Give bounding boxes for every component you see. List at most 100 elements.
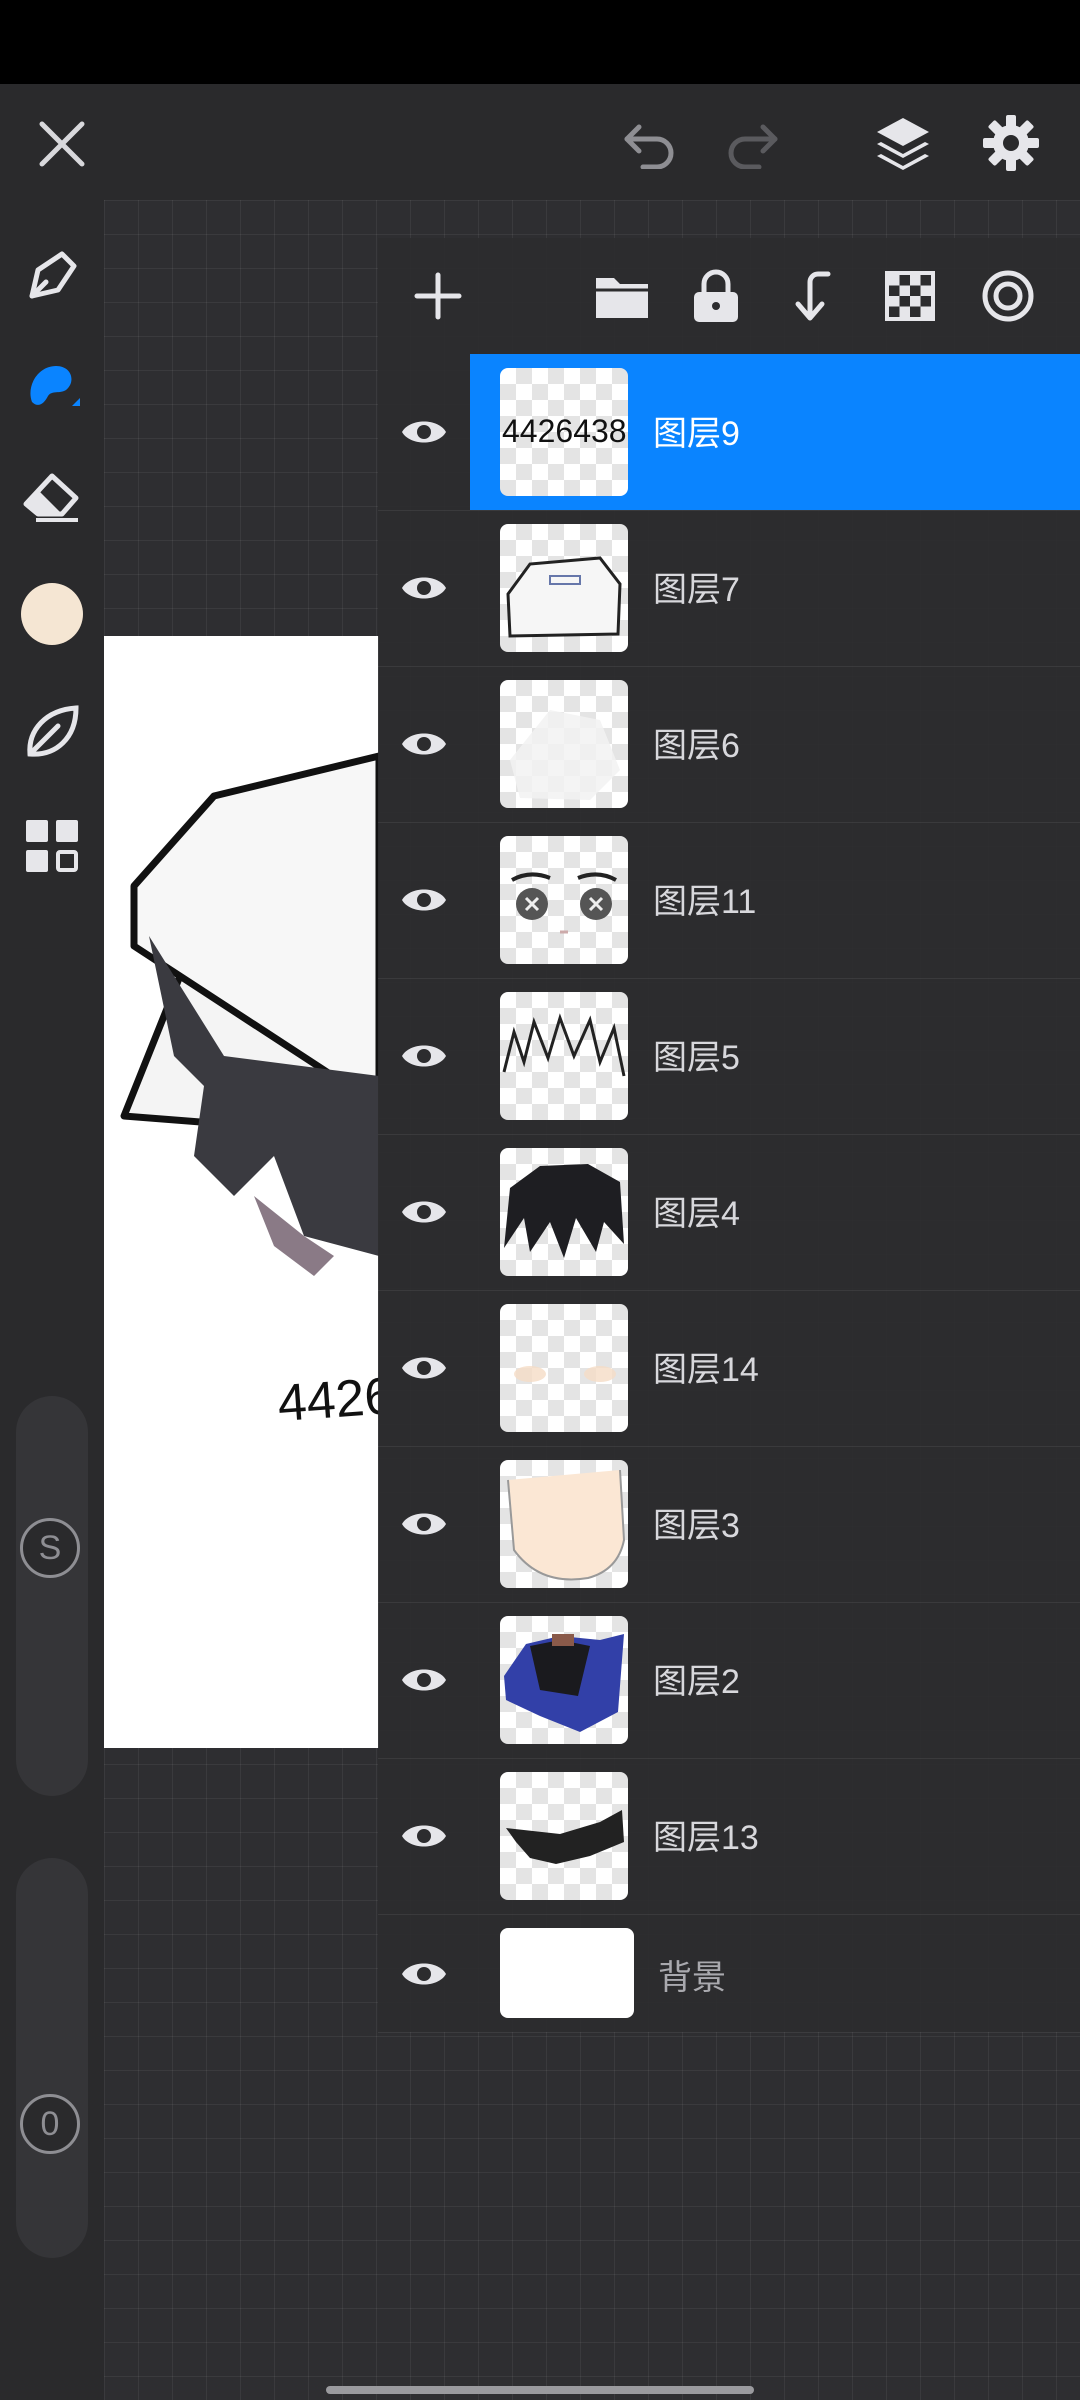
folder-button[interactable] bbox=[588, 262, 656, 330]
undo-icon bbox=[624, 124, 674, 169]
target-icon bbox=[982, 270, 1034, 322]
layer-row[interactable]: 图层13 bbox=[378, 1758, 1080, 1915]
layer-name: 图层9 bbox=[653, 415, 740, 453]
visibility-toggle[interactable] bbox=[396, 716, 452, 772]
eye-icon bbox=[402, 1669, 446, 1691]
close-icon bbox=[39, 121, 85, 167]
visibility-toggle[interactable] bbox=[396, 872, 452, 928]
layer-name: 图层4 bbox=[653, 1195, 740, 1233]
gallery-tool[interactable] bbox=[20, 814, 84, 878]
eye-icon bbox=[402, 889, 446, 911]
leaf-tool[interactable] bbox=[20, 700, 84, 764]
home-indicator[interactable] bbox=[326, 2386, 754, 2394]
add-layer-button[interactable] bbox=[404, 262, 472, 330]
layer-name: 图层5 bbox=[653, 1039, 740, 1077]
eraser-icon bbox=[23, 473, 79, 522]
brush-opacity-knob[interactable]: 0 bbox=[20, 2094, 80, 2154]
layer-name: 图层13 bbox=[653, 1819, 759, 1857]
layer-row[interactable]: 图层11 bbox=[378, 822, 1080, 979]
layer-row[interactable]: 图层5 bbox=[378, 978, 1080, 1135]
eye-icon bbox=[402, 1825, 446, 1847]
checker-icon bbox=[885, 271, 935, 321]
layer-thumbnail bbox=[500, 1304, 628, 1432]
eraser-tool[interactable] bbox=[20, 464, 84, 528]
brush-size-knob[interactable]: S bbox=[20, 1518, 80, 1578]
layer-row[interactable]: 图层7 bbox=[378, 510, 1080, 667]
smudge-tool[interactable] bbox=[20, 354, 84, 418]
reference-button[interactable] bbox=[974, 262, 1042, 330]
visibility-toggle[interactable] bbox=[396, 1946, 452, 2002]
visibility-toggle[interactable] bbox=[396, 1340, 452, 1396]
eye-icon bbox=[402, 1045, 446, 1067]
layer-thumbnail bbox=[500, 992, 628, 1120]
visibility-toggle[interactable] bbox=[396, 560, 452, 616]
signature-text: 44264389 bbox=[276, 1359, 379, 1433]
background-layer-row[interactable]: 背景 bbox=[378, 1914, 1080, 2033]
lock-icon bbox=[694, 269, 738, 322]
eye-icon bbox=[402, 1357, 446, 1379]
merge-down-button[interactable] bbox=[780, 262, 848, 330]
leaf-icon bbox=[27, 705, 79, 757]
visibility-toggle[interactable] bbox=[396, 1652, 452, 1708]
close-button[interactable] bbox=[30, 112, 94, 176]
layer-row[interactable]: 图层6 bbox=[378, 666, 1080, 823]
layers-button[interactable] bbox=[866, 108, 940, 178]
layer-thumbnail: 44264389 bbox=[500, 368, 628, 496]
status-bar bbox=[0, 0, 1080, 84]
svg-text:44264389: 44264389 bbox=[502, 413, 628, 449]
alpha-lock-button[interactable] bbox=[876, 262, 944, 330]
left-toolbar: S 0 bbox=[0, 200, 104, 2400]
layer-thumbnail bbox=[500, 1460, 628, 1588]
brush-tool[interactable] bbox=[20, 244, 84, 308]
redo-icon bbox=[728, 124, 778, 169]
visibility-toggle[interactable] bbox=[396, 404, 452, 460]
gear-icon bbox=[983, 115, 1039, 171]
layer-name: 背景 bbox=[658, 1959, 726, 1997]
layer-name: 图层2 bbox=[653, 1663, 740, 1701]
layer-row[interactable]: 图层3 bbox=[378, 1446, 1080, 1603]
visibility-toggle[interactable] bbox=[396, 1808, 452, 1864]
visibility-toggle[interactable] bbox=[396, 1184, 452, 1240]
smudge-icon bbox=[30, 366, 80, 406]
layer-name: 图层6 bbox=[653, 727, 740, 765]
lock-button[interactable] bbox=[682, 262, 750, 330]
brush-icon bbox=[29, 251, 77, 299]
layer-thumbnail bbox=[500, 836, 628, 964]
layer-name: 图层14 bbox=[653, 1351, 759, 1389]
artboard[interactable]: 44264389 bbox=[104, 636, 379, 1748]
layer-name: 图层3 bbox=[653, 1507, 740, 1545]
eye-icon bbox=[402, 1963, 446, 1985]
layer-name: 图层7 bbox=[653, 571, 740, 609]
size-label: S bbox=[38, 1528, 62, 1567]
brush-size-slider[interactable] bbox=[16, 1396, 88, 1796]
top-toolbar bbox=[0, 84, 1080, 200]
folder-icon bbox=[596, 278, 648, 318]
layer-row[interactable]: 图层2 bbox=[378, 1602, 1080, 1759]
color-swatch[interactable] bbox=[20, 582, 84, 646]
background-color-swatch[interactable] bbox=[500, 1928, 634, 2018]
color-swatch-circle bbox=[21, 583, 83, 645]
layer-thumbnail bbox=[500, 1772, 628, 1900]
layer-row[interactable]: 44264389 图层9 bbox=[378, 354, 1080, 511]
gallery-icon bbox=[26, 820, 78, 872]
eye-icon bbox=[402, 421, 446, 443]
brush-opacity-slider[interactable] bbox=[16, 1858, 88, 2258]
layers-toolbar bbox=[378, 238, 1080, 354]
settings-button[interactable] bbox=[976, 108, 1046, 178]
layers-panel: 44264389 图层9 图层7 图层6 图层11 bbox=[378, 238, 1080, 2033]
redo-button[interactable] bbox=[720, 112, 784, 176]
layer-row[interactable]: 图层14 bbox=[378, 1290, 1080, 1447]
visibility-toggle[interactable] bbox=[396, 1496, 452, 1552]
add-layer-icon bbox=[414, 272, 462, 320]
layer-row[interactable]: 图层4 bbox=[378, 1134, 1080, 1291]
layer-thumbnail bbox=[500, 680, 628, 808]
eye-icon bbox=[402, 733, 446, 755]
opacity-label: 0 bbox=[40, 2104, 60, 2143]
eye-icon bbox=[402, 1201, 446, 1223]
undo-button[interactable] bbox=[618, 112, 682, 176]
eye-icon bbox=[402, 577, 446, 599]
layer-name: 图层11 bbox=[653, 883, 757, 921]
visibility-toggle[interactable] bbox=[396, 1028, 452, 1084]
layer-thumbnail bbox=[500, 524, 628, 652]
merge-down-icon bbox=[795, 271, 831, 321]
